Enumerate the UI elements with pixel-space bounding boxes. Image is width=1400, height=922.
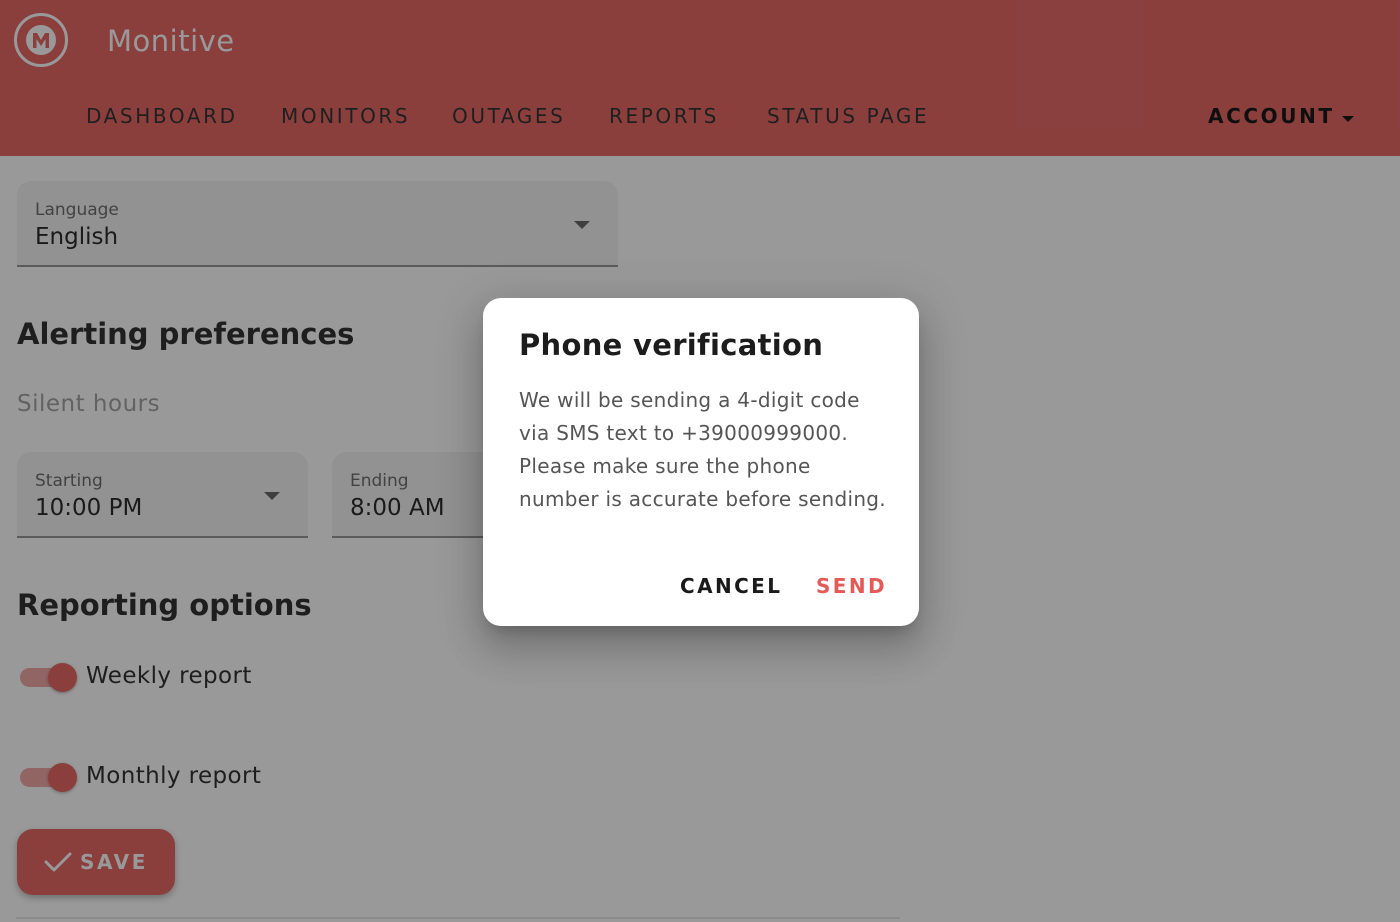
- phone-verification-dialog: Phone verification We will be sending a …: [483, 298, 919, 626]
- dialog-body: We will be sending a 4-digit code via SM…: [519, 388, 886, 511]
- cancel-button[interactable]: CANCEL: [680, 574, 782, 598]
- send-button[interactable]: SEND: [816, 574, 887, 598]
- dialog-title: Phone verification: [519, 328, 824, 362]
